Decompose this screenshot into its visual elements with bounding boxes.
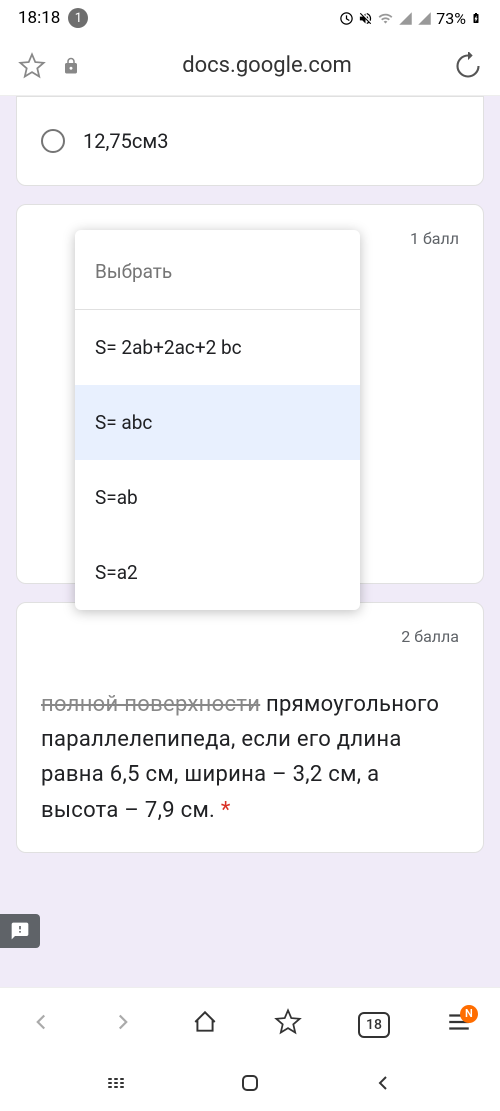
- reload-icon[interactable]: [454, 52, 482, 80]
- recents-icon: [105, 1071, 129, 1095]
- tab-count: 18: [358, 1012, 390, 1038]
- alarm-icon: [339, 11, 354, 26]
- nav-back[interactable]: [28, 1009, 54, 1039]
- system-nav-bar: [0, 1059, 500, 1111]
- nav-menu[interactable]: N: [446, 1009, 472, 1039]
- url-display[interactable]: docs.google.com: [96, 53, 438, 78]
- system-back[interactable]: [371, 1071, 395, 1099]
- lock-icon: [62, 57, 80, 75]
- system-recents[interactable]: [105, 1071, 129, 1099]
- dropdown-option-4[interactable]: S=a2: [75, 535, 360, 610]
- dropdown-option-2[interactable]: S= abc: [75, 385, 360, 460]
- status-right: 73%: [339, 9, 482, 28]
- home-icon: [192, 1009, 218, 1035]
- radio-circle-icon: [41, 129, 65, 153]
- chevron-right-icon: [110, 1009, 136, 1035]
- chevron-left-icon: [28, 1009, 54, 1035]
- star-add-icon: [274, 1008, 302, 1036]
- browser-toolbar: docs.google.com: [0, 36, 500, 96]
- favorite-icon[interactable]: [18, 52, 46, 80]
- system-home[interactable]: [238, 1071, 262, 1099]
- status-left: 18:18 1: [18, 8, 88, 28]
- status-bar: 18:18 1 73%: [0, 0, 500, 36]
- notification-count-badge: 1: [68, 8, 88, 28]
- battery-percent: 73%: [436, 9, 466, 28]
- dropdown-option-3[interactable]: S=ab: [75, 460, 360, 535]
- dropdown-option-1[interactable]: S= 2ab+2ac+2 bc: [75, 310, 360, 385]
- system-home-icon: [238, 1071, 262, 1095]
- option-text: 12,75см3: [83, 129, 168, 153]
- nav-bookmarks[interactable]: [274, 1008, 302, 1040]
- feedback-tab[interactable]: [0, 914, 40, 948]
- points-label: 2 балла: [401, 627, 459, 646]
- signal1-icon: [398, 11, 413, 26]
- wifi-icon: [377, 11, 394, 26]
- nav-forward[interactable]: [110, 1009, 136, 1039]
- mute-icon: [358, 11, 373, 26]
- question-card-1: 12,75см3: [16, 96, 484, 186]
- browser-bottom-nav: 18 N: [0, 987, 500, 1059]
- nav-tabs[interactable]: 18: [358, 1014, 390, 1033]
- menu-badge: N: [460, 1005, 478, 1023]
- required-asterisk: *: [215, 798, 231, 823]
- status-time: 18:18: [18, 8, 60, 28]
- nav-home[interactable]: [192, 1009, 218, 1039]
- question-card-3: 2 балла полной поверхности прямоугольног…: [16, 602, 484, 853]
- system-back-icon: [371, 1071, 395, 1095]
- signal2-icon: [417, 11, 432, 26]
- radio-option[interactable]: 12,75см3: [41, 121, 459, 161]
- question-text: полной поверхности прямоугольного паралл…: [41, 687, 459, 828]
- dropdown-placeholder[interactable]: Выбрать: [75, 230, 360, 310]
- dropdown-menu: Выбрать S= 2ab+2ac+2 bc S= abc S=ab S=a2: [75, 230, 360, 610]
- battery-icon: [470, 9, 482, 27]
- feedback-icon: [10, 921, 30, 941]
